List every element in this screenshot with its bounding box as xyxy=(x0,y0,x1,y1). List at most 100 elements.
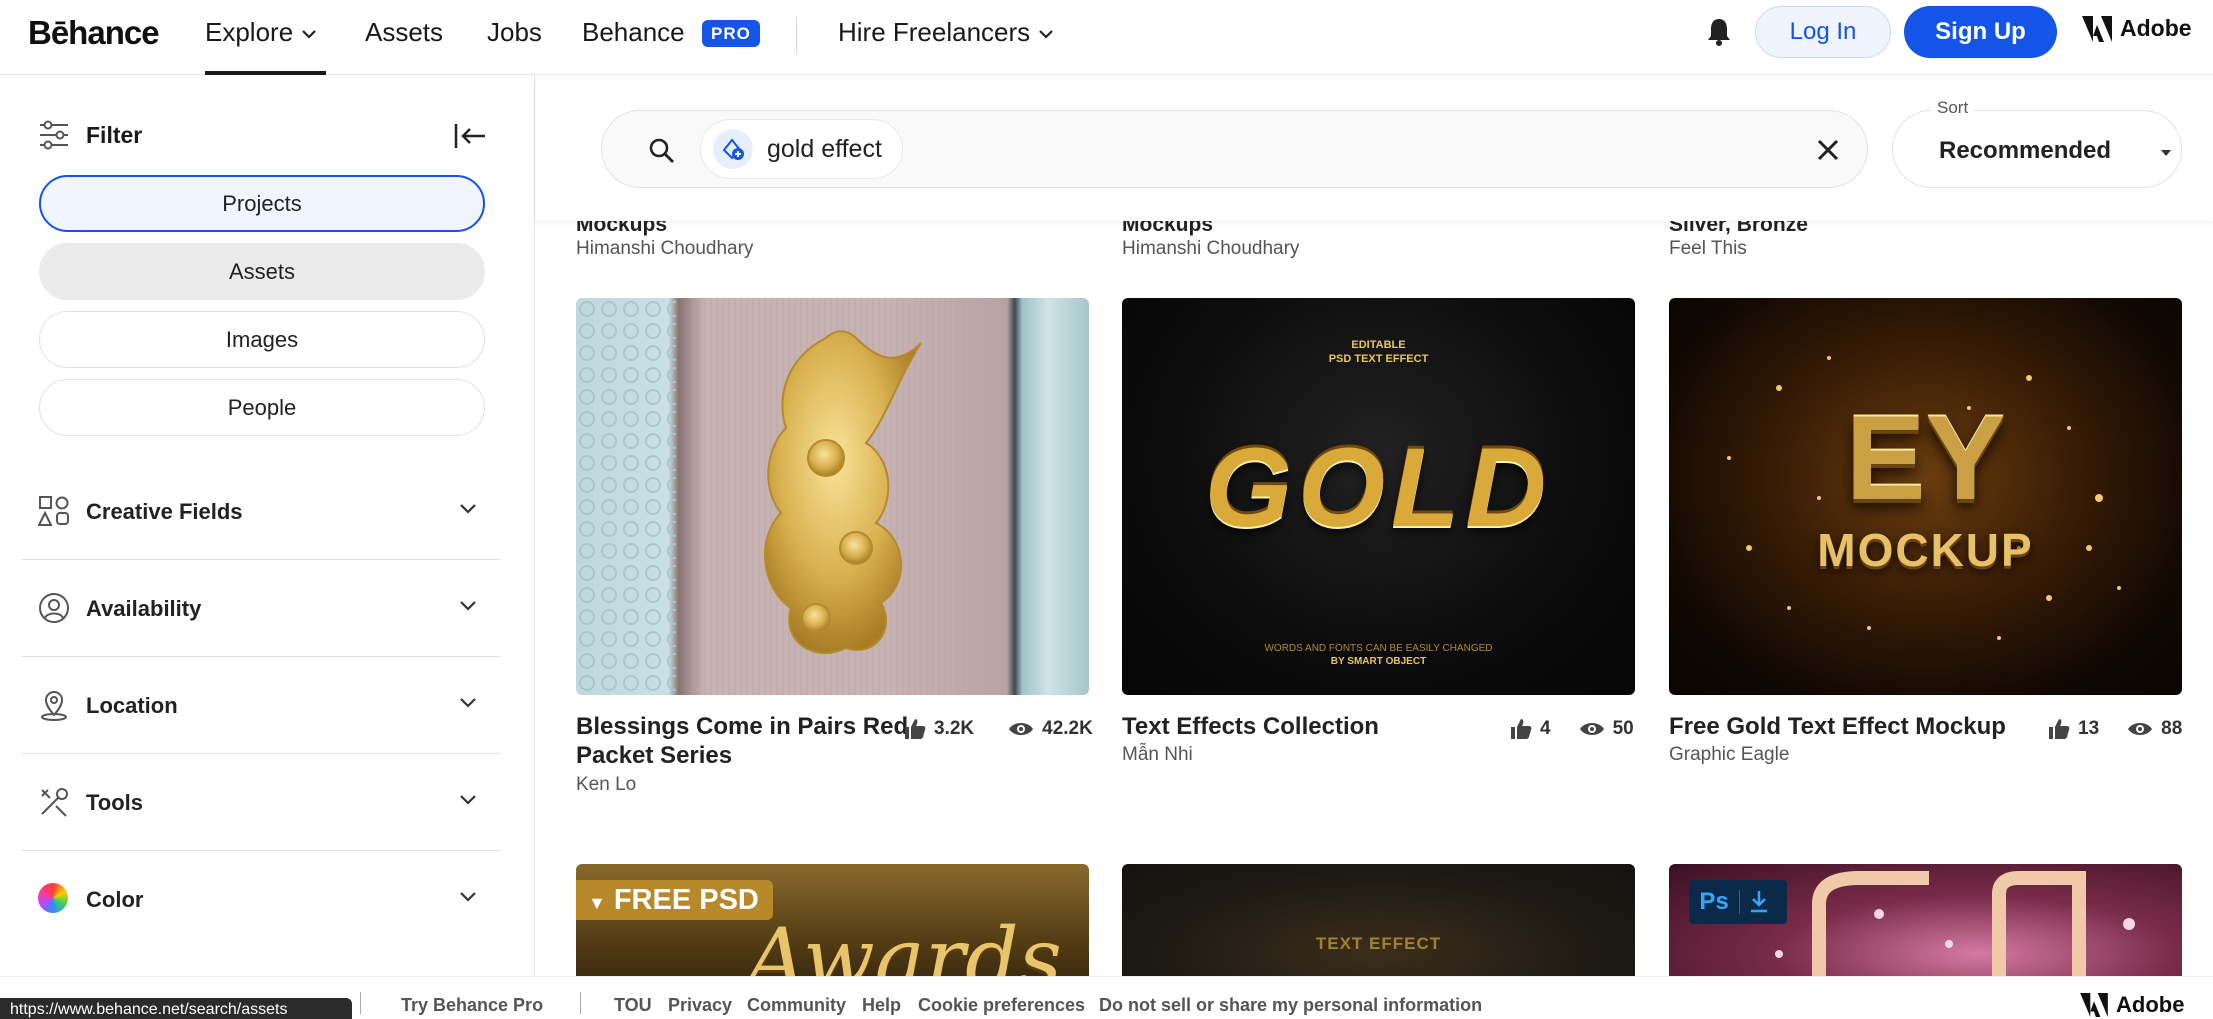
thumbnail-caption-line: EDITABLE xyxy=(1351,339,1406,351)
thumbs-up-icon xyxy=(2049,719,2070,739)
chevron-down-icon xyxy=(460,601,476,611)
thumbnail-footnote: WORDS AND FONTS CAN BE EASILY CHANGED BY… xyxy=(1122,642,1635,668)
photoshop-badge[interactable]: Ps xyxy=(1689,880,1787,924)
footer-link-community[interactable]: Community xyxy=(747,995,846,1016)
tab-assets[interactable]: Assets xyxy=(39,243,485,300)
nav-hire-freelancers[interactable]: Hire Freelancers xyxy=(838,17,1054,47)
nav-behance-pro[interactable]: Behance xyxy=(582,17,685,47)
card-title-line: Packet Series xyxy=(576,742,733,769)
section-label: Location xyxy=(86,693,178,718)
likes-count: 4 xyxy=(1540,718,1551,739)
nav-explore[interactable]: Explore xyxy=(205,17,317,47)
card-thumbnail[interactable]: ▼ FREE PSD Awards xyxy=(576,864,1089,976)
login-button[interactable]: Log In xyxy=(1755,6,1891,58)
section-color[interactable]: Color xyxy=(22,851,501,948)
chevron-down-icon xyxy=(460,892,476,902)
card-stats: 3.2K 42.2K xyxy=(904,718,1093,740)
search-query: gold effect xyxy=(767,134,882,163)
card-owner[interactable]: Feel This xyxy=(1669,238,1747,260)
chevron-down-icon xyxy=(302,30,316,39)
nav-assets[interactable]: Assets xyxy=(365,17,443,47)
section-creative-fields[interactable]: Creative Fields xyxy=(22,463,501,560)
footer-link-tou[interactable]: TOU xyxy=(614,995,652,1016)
thumbnail-script: Awards xyxy=(746,910,1062,976)
free-psd-label: FREE PSD xyxy=(613,884,759,916)
location-pin-icon xyxy=(41,691,67,721)
thumbnail-subword: MOCKUP xyxy=(1817,524,2034,576)
section-tools[interactable]: Tools xyxy=(22,754,501,851)
footer-try-pro[interactable]: Try Behance Pro xyxy=(401,995,543,1016)
card-title[interactable]: Text Effects Collection xyxy=(1122,712,1379,741)
section-location[interactable]: Location xyxy=(22,657,501,754)
adobe-link[interactable]: Adobe xyxy=(2082,15,2192,42)
nav-jobs[interactable]: Jobs xyxy=(487,17,542,47)
eye-icon xyxy=(2128,723,2153,735)
card-thumbnail[interactable] xyxy=(576,298,1089,695)
footer-link-do-not-sell[interactable]: Do not sell or share my personal informa… xyxy=(1099,995,1482,1016)
caret-down-icon[interactable] xyxy=(2160,149,2172,157)
thumbnail-caption-line: PSD TEXT EFFECT xyxy=(1328,353,1429,365)
section-label: Availability xyxy=(86,596,202,621)
card-owner[interactable]: Himanshi Choudhary xyxy=(1122,238,1299,260)
card-owner[interactable]: Mẫn Nhi xyxy=(1122,744,1193,766)
signup-button[interactable]: Sign Up xyxy=(1904,6,2057,58)
card-title[interactable]: Free Gold Text Effect Mockup xyxy=(1669,712,2006,741)
thumbnail-caption: EDITABLE PSD TEXT EFFECT xyxy=(1122,338,1635,366)
filter-sliders-icon xyxy=(40,120,68,150)
download-icon xyxy=(1739,890,1767,914)
card-thumbnail[interactable]: EY MOCKUP xyxy=(1669,298,2182,695)
card-owner[interactable]: Ken Lo xyxy=(576,774,636,796)
thumbnail-footnote-line: BY SMART OBJECT xyxy=(1330,656,1427,667)
adobe-label: Adobe xyxy=(2120,15,2192,41)
tab-images[interactable]: Images xyxy=(39,311,485,368)
thumbnail-footnote-line: WORDS AND FONTS CAN BE EASILY CHANGED xyxy=(1264,643,1493,654)
tab-people[interactable]: People xyxy=(39,379,485,436)
notification-bell-icon[interactable] xyxy=(1706,17,1732,47)
adobe-logo-icon xyxy=(2082,15,2112,42)
search-query-chip[interactable]: gold effect xyxy=(700,119,903,179)
pro-badge[interactable]: PRO xyxy=(702,20,760,47)
free-psd-badge: ▼ FREE PSD xyxy=(576,880,773,920)
views-count: 50 xyxy=(1612,718,1634,739)
eye-icon xyxy=(1579,723,1604,735)
status-bar-url: https://www.behance.net/search/assets xyxy=(0,998,352,1019)
footer-link-help[interactable]: Help xyxy=(862,995,901,1016)
behance-logo[interactable]: Bēhance xyxy=(28,14,160,52)
top-nav: Bēhance Explore Assets Jobs Behance PRO … xyxy=(0,0,2213,75)
search-icon[interactable] xyxy=(648,137,676,165)
footer-divider xyxy=(580,992,581,1014)
section-label: Tools xyxy=(86,790,144,815)
thumbnail-word: GOLD xyxy=(1204,425,1553,550)
footer-adobe-link[interactable]: Adobe xyxy=(2080,992,2184,1018)
card-owner[interactable]: Himanshi Choudhary xyxy=(576,238,753,260)
sort-label: Sort xyxy=(1931,98,1975,118)
close-icon[interactable] xyxy=(1817,139,1839,161)
chevron-down-icon xyxy=(460,504,476,514)
filter-sidebar: Filter Projects Assets Images People Cre… xyxy=(0,75,535,976)
adobe-logo-icon xyxy=(2080,993,2108,1017)
filter-header: Filter xyxy=(38,120,142,150)
views-count: 42.2K xyxy=(1042,718,1093,739)
card-thumbnail[interactable]: Ps xyxy=(1669,864,2182,976)
footer-link-privacy[interactable]: Privacy xyxy=(668,995,732,1016)
footer-link-cookie-preferences[interactable]: Cookie preferences xyxy=(918,995,1085,1016)
views-count: 88 xyxy=(2161,718,2183,739)
user-circle-icon xyxy=(39,593,69,623)
chevron-down-icon xyxy=(460,698,476,708)
card-owner[interactable]: Graphic Eagle xyxy=(1669,744,1789,766)
adobe-label: Adobe xyxy=(2116,992,2185,1017)
card-stats: 4 50 xyxy=(1510,718,1634,740)
card-thumbnail[interactable]: TEXT EFFECT xyxy=(1122,864,1635,976)
sort-value[interactable]: Recommended xyxy=(1939,137,2111,165)
triangle-down-icon: ▼ xyxy=(588,893,606,913)
collapse-sidebar-icon[interactable] xyxy=(453,121,487,151)
section-availability[interactable]: Availability xyxy=(22,560,501,657)
chevron-down-icon xyxy=(460,795,476,805)
tab-projects[interactable]: Projects xyxy=(39,175,485,232)
filter-label: Filter xyxy=(86,121,143,148)
card-title[interactable]: Blessings Come in Pairs Red Packet Serie… xyxy=(576,712,908,770)
card-thumbnail[interactable]: EDITABLE PSD TEXT EFFECT GOLD WORDS AND … xyxy=(1122,298,1635,695)
color-wheel-icon xyxy=(38,883,68,913)
nav-hire-label: Hire Freelancers xyxy=(838,17,1031,47)
search-bar[interactable]: gold effect xyxy=(601,110,1868,188)
